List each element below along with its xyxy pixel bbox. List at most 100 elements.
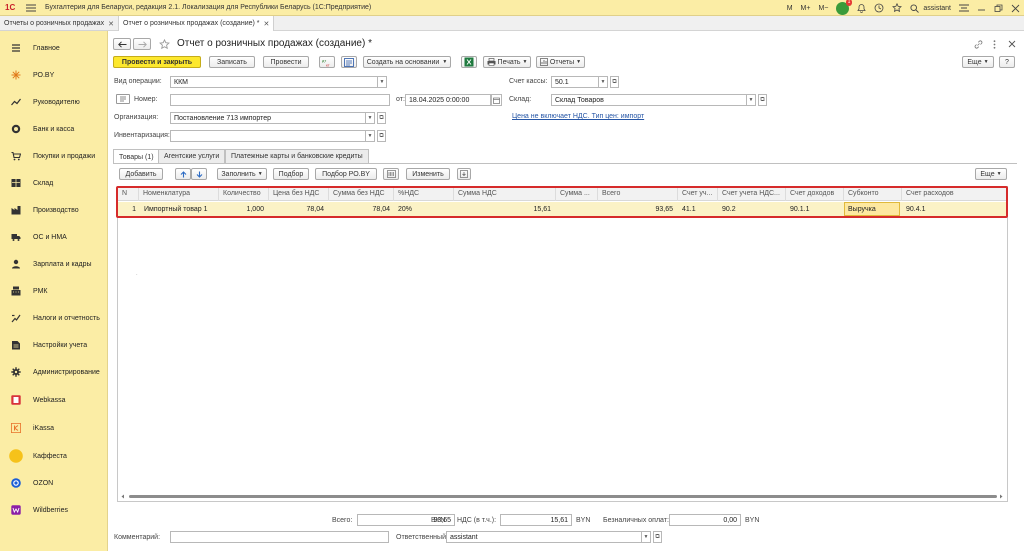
memory-plus-button[interactable]: M+ xyxy=(801,5,811,12)
sidebar-item-main[interactable]: Главное xyxy=(0,39,108,57)
goods-table[interactable]: N Номенклатура Количество Цена без НДС С… xyxy=(117,186,1008,502)
star-icon[interactable] xyxy=(892,3,903,13)
reports-button[interactable]: Отчеты ▼ xyxy=(536,56,585,68)
user-name[interactable]: assistant xyxy=(923,5,951,12)
barcode-button[interactable] xyxy=(383,168,399,180)
inventory-open-button[interactable]: ⧉ xyxy=(377,130,386,142)
warehouse-dropdown[interactable]: ▼ xyxy=(747,94,756,106)
cash-account-dropdown[interactable]: ▼ xyxy=(599,76,608,88)
sidebar-item-sales[interactable]: Покупки и продажи xyxy=(0,147,108,165)
change-button[interactable]: Изменить xyxy=(406,168,450,180)
tab-retail-reports[interactable]: Отчеты о розничных продажах ✕ xyxy=(0,16,120,31)
memory-button[interactable]: M xyxy=(787,5,793,12)
cell-account[interactable]: 41.1 xyxy=(682,202,717,217)
print-button[interactable]: Печать ▼ xyxy=(483,56,531,68)
organization-dropdown[interactable]: ▼ xyxy=(366,112,375,124)
cell-vat-sum[interactable]: 15,61 xyxy=(453,202,551,217)
back-button[interactable] xyxy=(113,38,131,50)
tab-payment-cards[interactable]: Платежные карты и банковские кредиты xyxy=(225,149,369,163)
sidebar-item-rmk[interactable]: РМК xyxy=(0,282,108,300)
cell-item[interactable]: Импортный товар 1 xyxy=(144,202,218,217)
cash-account-open-button[interactable]: ⧉ xyxy=(610,76,619,88)
search-icon[interactable] xyxy=(910,3,920,13)
tab-goods[interactable]: Товары (1) xyxy=(113,149,160,164)
sidebar-item-taxes[interactable]: Налоги и отчетность xyxy=(0,309,108,327)
price-type-link[interactable]: Цена не включает НДС. Тип цен: импорт xyxy=(512,113,644,120)
move-down-button[interactable] xyxy=(191,168,207,180)
save-button[interactable]: Записать xyxy=(209,56,255,68)
responsible-open-button[interactable]: ⧉ xyxy=(653,531,662,543)
close-window-icon[interactable] xyxy=(1011,4,1020,13)
minimize-icon[interactable] xyxy=(977,4,986,13)
column-header-item[interactable]: Номенклатура xyxy=(138,187,218,201)
tab-agent-services[interactable]: Агентские услуги xyxy=(158,149,226,163)
close-tab-icon[interactable]: ✕ xyxy=(108,20,114,28)
sidebar-item-manager[interactable]: Руководителю xyxy=(0,93,108,111)
column-header-n[interactable]: N xyxy=(118,187,138,201)
pick-ro-by-button[interactable]: Подбор РО.BY xyxy=(315,168,377,180)
bell-icon[interactable] xyxy=(857,3,867,13)
warehouse-field[interactable]: Склад Товаров xyxy=(551,94,747,106)
column-header-quantity[interactable]: Количество xyxy=(218,187,268,201)
cell-n[interactable]: 1 xyxy=(118,202,136,217)
organization-open-button[interactable]: ⧉ xyxy=(377,112,386,124)
settings-menu-icon[interactable] xyxy=(959,4,969,12)
number-settings-icon[interactable] xyxy=(116,94,130,104)
create-based-on-button[interactable]: Создать на основании ▼ xyxy=(363,56,451,68)
date-field[interactable]: 18.04.2025 0:00:00 xyxy=(405,94,491,106)
forward-button[interactable] xyxy=(133,38,151,50)
organization-field[interactable]: Постановление 713 импортер xyxy=(170,112,366,124)
structure-button[interactable] xyxy=(341,56,357,68)
fill-button[interactable]: Заполнить ▼ xyxy=(217,168,267,180)
link-icon[interactable] xyxy=(973,39,983,49)
hamburger-menu-icon[interactable] xyxy=(25,3,37,13)
add-row-button[interactable]: Добавить xyxy=(119,168,163,180)
column-header-expense-account[interactable]: Счет расходов xyxy=(901,187,1007,201)
cell-income-account[interactable]: 90.1.1 xyxy=(790,202,840,217)
column-header-sum-net[interactable]: Сумма без НДС xyxy=(328,187,393,201)
sidebar-item-assets[interactable]: ОС и НМА xyxy=(0,228,108,246)
column-header-vat-rate[interactable]: %НДС xyxy=(393,187,453,201)
horizontal-scrollbar[interactable] xyxy=(120,493,1005,500)
cell-total[interactable]: 93,65 xyxy=(597,202,673,217)
dt-kt-button[interactable]: дт кт xyxy=(319,56,335,68)
column-header-income-account[interactable]: Счет доходов xyxy=(785,187,843,201)
column-header-account[interactable]: Счет уч... xyxy=(677,187,717,201)
move-up-button[interactable] xyxy=(175,168,191,180)
cell-subconto[interactable]: Выручка xyxy=(844,202,900,216)
table-row[interactable]: 1 Импортный товар 1 1,000 78,04 78,04 20… xyxy=(118,202,1007,217)
operation-type-dropdown[interactable]: ▼ xyxy=(378,76,387,88)
more-button[interactable]: Еще ▼ xyxy=(962,56,994,68)
cell-sum-net[interactable]: 78,04 xyxy=(328,202,390,217)
sidebar-item-warehouse[interactable]: Склад xyxy=(0,174,108,192)
cell-vat-account[interactable]: 90.2 xyxy=(722,202,782,217)
favorite-star-icon[interactable] xyxy=(158,38,170,50)
column-header-total[interactable]: Всего xyxy=(597,187,677,201)
post-button[interactable]: Провести xyxy=(263,56,309,68)
history-icon[interactable] xyxy=(874,3,884,13)
help-button[interactable]: ? xyxy=(999,56,1015,68)
memory-minus-button[interactable]: M− xyxy=(818,5,828,12)
cell-quantity[interactable]: 1,000 xyxy=(218,202,264,217)
tab-retail-report-new[interactable]: Отчет о розничных продажах (создание) * … xyxy=(119,16,275,31)
operation-type-field[interactable]: ККМ xyxy=(170,76,378,88)
sidebar-item-webkassa[interactable]: Webkassa xyxy=(0,391,108,409)
column-header-price[interactable]: Цена без НДС xyxy=(268,187,328,201)
calendar-button[interactable] xyxy=(491,94,502,106)
export-button[interactable] xyxy=(457,168,471,180)
sidebar-item-ro-by[interactable]: РО.BY xyxy=(0,66,108,84)
number-field[interactable] xyxy=(170,94,390,106)
responsible-dropdown[interactable]: ▼ xyxy=(642,531,651,543)
sidebar-item-accounting-settings[interactable]: Настройки учета xyxy=(0,336,108,354)
cell-price[interactable]: 78,04 xyxy=(268,202,324,217)
sidebar-item-bank[interactable]: Банк и касса xyxy=(0,120,108,138)
notifications-icon[interactable]: 1 xyxy=(836,0,853,15)
cash-account-field[interactable]: 50.1 xyxy=(551,76,599,88)
excel-export-button[interactable] xyxy=(461,56,477,68)
close-tab-icon[interactable]: ✕ xyxy=(264,20,270,28)
post-and-close-button[interactable]: Провести и закрыть xyxy=(113,56,201,68)
sidebar-item-admin[interactable]: Администрирование xyxy=(0,363,108,381)
warehouse-open-button[interactable]: ⧉ xyxy=(758,94,767,106)
column-header-sum-other[interactable]: Сумма ... xyxy=(555,187,597,201)
sidebar-item-salary[interactable]: Зарплата и кадры xyxy=(0,255,108,273)
